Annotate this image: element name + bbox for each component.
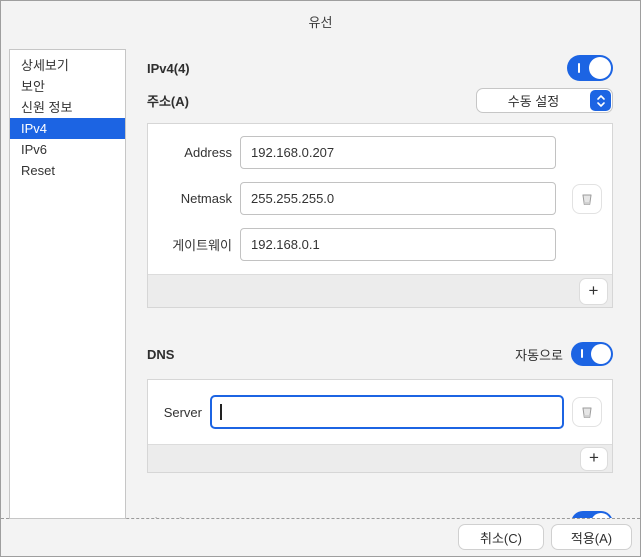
- dns-server-label: Server: [154, 405, 202, 420]
- dns-auto-label: 자동으로: [515, 345, 563, 364]
- netmask-input[interactable]: [240, 182, 556, 215]
- gateway-label: 게이트웨이: [154, 235, 232, 254]
- trash-icon: [578, 403, 596, 421]
- dns-header-row: DNS 자동으로: [147, 342, 613, 366]
- dns-panel: Server +: [147, 379, 613, 473]
- routes-auto-toggle[interactable]: [571, 511, 613, 518]
- address-row: Address: [148, 136, 612, 169]
- routes-header-row: 라우팅 자동으로: [147, 508, 613, 518]
- sidebar-item-identity[interactable]: 신원 정보: [10, 97, 125, 118]
- toggle-knob: [589, 57, 611, 79]
- address-header-row: 주소(A) 수동 설정: [147, 88, 613, 113]
- add-address-button[interactable]: +: [579, 278, 608, 305]
- routes-auto-group: 자동으로: [515, 511, 613, 518]
- ipv4-page: IPv4(4) 주소(A) 수동 설정 Addres: [147, 41, 613, 518]
- address-section-title: 주소(A): [147, 91, 189, 110]
- wired-settings-dialog: 유선 상세보기 보안 신원 정보 IPv4 IPv6 Reset IPv4(4)…: [0, 0, 641, 557]
- dns-section-title: DNS: [147, 347, 174, 362]
- routes-auto-label: 자동으로: [515, 514, 563, 519]
- ipv4-method-selected-value: 수동 설정: [477, 91, 590, 110]
- dns-auto-group: 자동으로: [515, 342, 613, 366]
- add-dns-server-button[interactable]: +: [580, 447, 608, 471]
- dns-server-input-wrap: [210, 395, 564, 429]
- cancel-button[interactable]: 취소(C): [458, 524, 544, 550]
- titlebar: 유선: [1, 1, 640, 41]
- trash-icon: [578, 190, 596, 208]
- addresses-rows: Address Netmask 게이트웨이: [148, 124, 612, 274]
- toggle-on-mark-icon: [581, 349, 583, 358]
- dns-server-input[interactable]: [210, 395, 564, 429]
- sidebar-item-ipv6[interactable]: IPv6: [10, 139, 125, 160]
- dns-server-row: Server: [148, 395, 612, 429]
- routes-section-title: 라우팅: [147, 514, 183, 519]
- dns-rows: Server: [148, 380, 612, 444]
- sidebar: 상세보기 보안 신원 정보 IPv4 IPv6 Reset: [9, 49, 126, 519]
- addresses-panel: Address Netmask 게이트웨이: [147, 123, 613, 308]
- ipv4-enable-toggle[interactable]: [567, 55, 613, 81]
- window-title: 유선: [309, 12, 333, 31]
- sidebar-item-details[interactable]: 상세보기: [10, 55, 125, 76]
- delete-address-button[interactable]: [572, 184, 602, 214]
- gateway-row: 게이트웨이: [148, 228, 612, 261]
- netmask-label: Netmask: [154, 191, 232, 206]
- sidebar-item-reset[interactable]: Reset: [10, 160, 125, 181]
- address-label: Address: [154, 145, 232, 160]
- toggle-on-mark-icon: [578, 63, 580, 73]
- ipv4-section-title: IPv4(4): [147, 61, 190, 76]
- toggle-knob: [591, 513, 611, 518]
- dns-auto-toggle[interactable]: [571, 342, 613, 366]
- toggle-knob: [591, 344, 611, 364]
- addresses-panel-footer: +: [148, 274, 612, 307]
- netmask-row: Netmask: [148, 182, 612, 215]
- sidebar-item-security[interactable]: 보안: [10, 76, 125, 97]
- text-caret: [220, 404, 222, 420]
- dns-panel-footer: +: [148, 444, 612, 472]
- address-input[interactable]: [240, 136, 556, 169]
- ipv4-header-row: IPv4(4): [147, 55, 613, 81]
- apply-button[interactable]: 적용(A): [551, 524, 632, 550]
- select-chevrons-button[interactable]: [590, 90, 611, 111]
- sidebar-item-ipv4[interactable]: IPv4: [10, 118, 125, 139]
- delete-dns-server-button[interactable]: [572, 397, 602, 427]
- up-down-chevrons-icon: [595, 94, 607, 108]
- ipv4-method-select[interactable]: 수동 설정: [476, 88, 613, 113]
- gateway-input[interactable]: [240, 228, 556, 261]
